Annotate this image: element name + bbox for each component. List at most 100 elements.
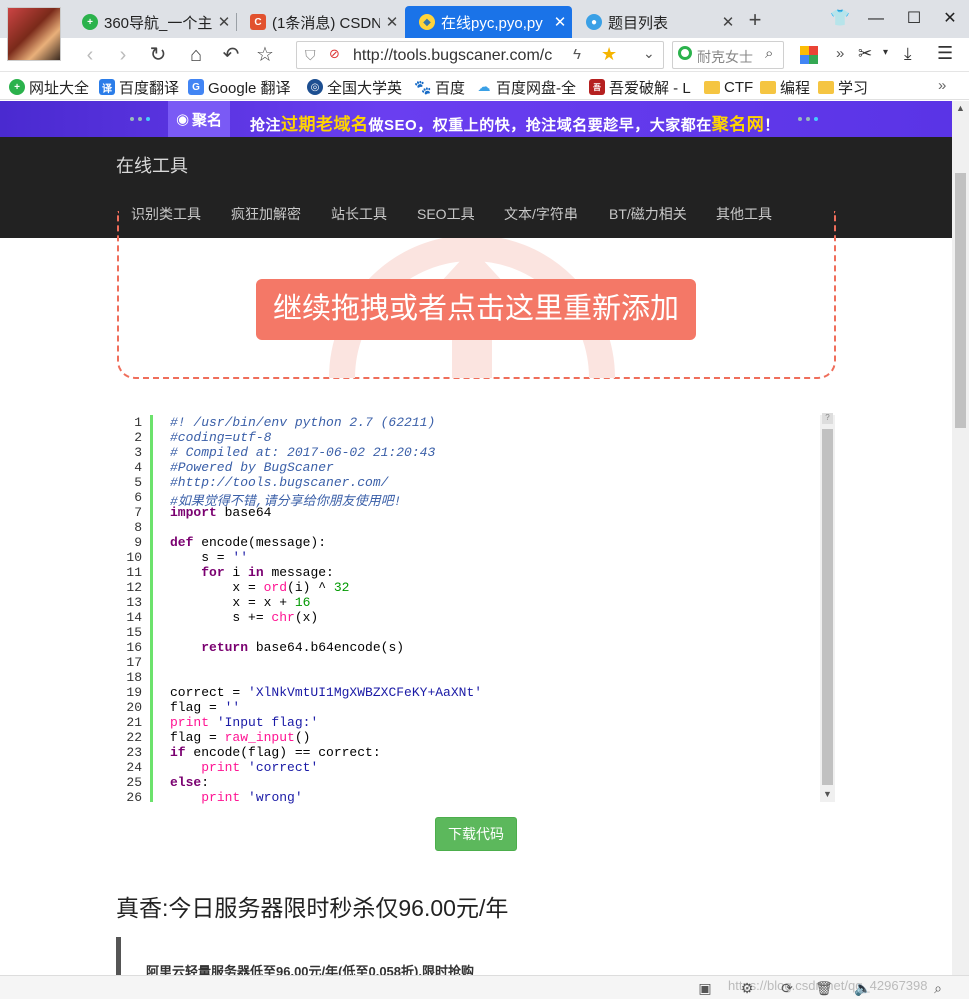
line-number: 13 — [126, 595, 142, 610]
promo-quote-text[interactable]: 阿里云轻量服务器低至96.00元/年(低至0.058折),限时抢购 — [146, 961, 474, 975]
jumingwang-logo-icon: ◉ — [175, 111, 190, 128]
university-icon: ◎ — [307, 79, 323, 95]
bookmark-folder[interactable]: 学习 — [818, 77, 872, 97]
browser-tab-bar: + 360导航_一个主 ✕ C (1条消息) CSDN ✕ ◆ 在线pyc,py… — [0, 0, 969, 38]
bookmark-folder[interactable]: 编程 — [760, 77, 814, 97]
close-icon[interactable]: ✕ — [212, 13, 236, 31]
translate-icon: 译 — [99, 79, 115, 95]
chevron-down-icon[interactable]: ⌄ — [643, 45, 655, 62]
line-number: 17 — [126, 655, 142, 670]
favorite-star-icon[interactable]: ☆ — [251, 42, 279, 68]
maximize-button[interactable]: ☐ — [896, 6, 932, 32]
line-number: 5 — [134, 475, 142, 490]
banner-logo: ◉ 聚名 — [168, 101, 230, 137]
minimize-button[interactable]: — — [858, 6, 894, 32]
line-number-gutter: 1 2 3 4 5 6 7 8 9 10 11 12 13 14 15 16 17 18 19 20 21 22 23 24 2… — [126, 415, 153, 805]
address-bar[interactable]: ⛉ ⊘ http://tools.bugscaner.com/c ϟ ★ ⌄ — [296, 41, 664, 69]
user-avatar[interactable] — [7, 7, 61, 61]
page-scrollbar[interactable]: ▲ — [952, 101, 969, 975]
refresh-icon[interactable]: ⟳ — [778, 979, 796, 997]
accelerate-icon[interactable]: ⚙ — [738, 979, 756, 997]
line-number: 18 — [126, 670, 142, 685]
bookmark-item[interactable]: 译 百度翻译 — [99, 77, 183, 97]
back-icon[interactable]: ‹ — [76, 42, 104, 68]
code-line: import base64 — [170, 505, 272, 520]
banner-highlight: 过期老域名 — [281, 115, 369, 134]
new-tab-button[interactable]: + — [744, 6, 766, 34]
banner-text-a: 抢注 — [250, 117, 282, 134]
bookmark-item[interactable]: 🐾 百度 — [415, 77, 469, 97]
home-icon[interactable]: ⌂ — [182, 42, 210, 68]
download-icon[interactable]: ⤓ — [904, 44, 912, 64]
search-icon[interactable]: ⌕ — [765, 45, 773, 62]
more-extensions-icon[interactable]: » — [836, 45, 844, 62]
line-number: 3 — [134, 445, 142, 460]
re-add-file-button[interactable]: 继续拖拽或者点击这里重新添加 — [256, 279, 696, 340]
tab-csdn[interactable]: C (1条消息) CSDN ✕ — [236, 6, 404, 38]
bookmark-item[interactable]: 吾 吾爱破解 - L — [589, 77, 693, 97]
line-number: 21 — [126, 715, 142, 730]
line-number: 24 — [126, 760, 142, 775]
forward-icon[interactable]: › — [109, 42, 137, 68]
code-line: #coding=utf-8 — [170, 430, 272, 445]
scroll-up-icon[interactable]: ▲ — [956, 103, 965, 113]
bookmark-folder[interactable]: CTF — [704, 77, 758, 97]
bookmark-label: 百度 — [435, 79, 466, 97]
promo-quote: 阿里云轻量服务器低至96.00元/年(低至0.058折),限时抢购 — [116, 937, 936, 975]
tab-pyc-decompile[interactable]: ◆ 在线pyc,pyo,py ✕ — [405, 6, 572, 38]
bookmark-item[interactable]: ◎ 全国大学英 — [307, 77, 403, 97]
banner-dots-left — [130, 117, 150, 121]
bookmark-label: 百度网盘-全 — [496, 79, 576, 97]
bookmark-label: Google 翻译 — [208, 79, 291, 97]
page-scrollbar-thumb[interactable] — [955, 173, 966, 428]
bookmark-star-icon[interactable]: ★ — [601, 44, 617, 65]
code-line: #Powered by BugScaner — [170, 460, 334, 475]
zoom-icon[interactable]: ⌕ — [929, 979, 947, 997]
lightning-icon[interactable]: ϟ — [573, 46, 581, 63]
skin-icon[interactable]: 👕 — [822, 6, 858, 32]
code-scrollbar[interactable]: ? ▼ — [820, 413, 835, 802]
tab-problem-list[interactable]: ● 题目列表 ✕ — [572, 6, 740, 38]
apps-icon[interactable] — [800, 46, 818, 64]
tab-360-nav[interactable]: + 360导航_一个主 ✕ — [68, 6, 236, 38]
line-number: 12 — [126, 580, 142, 595]
csdn-icon: C — [250, 14, 266, 30]
trash-icon[interactable]: 🗑 — [815, 979, 833, 997]
code-scrollbar-thumb[interactable] — [822, 429, 833, 785]
bookmark-label: 网址大全 — [29, 79, 90, 97]
chevron-down-icon[interactable]: ▾ — [883, 47, 888, 58]
search-box[interactable]: 耐克女士 ⌕ — [672, 41, 784, 69]
download-code-button[interactable]: 下载代码 — [435, 817, 517, 851]
reload-icon[interactable]: ↻ — [144, 42, 172, 68]
code-line: def encode(message): — [170, 535, 327, 550]
more-bookmarks-icon[interactable]: » — [938, 77, 946, 94]
bookmark-label: 学习 — [838, 79, 869, 97]
line-number: 20 — [126, 700, 142, 715]
volume-icon[interactable]: 🔈 — [854, 979, 872, 997]
close-icon[interactable]: ✕ — [548, 13, 572, 31]
search-input[interactable]: 耐克女士 — [697, 47, 753, 67]
url-text: http://tools.bugscaner.com/c — [353, 47, 553, 64]
code-scroll-indicator-icon: ? — [822, 413, 833, 424]
code-line: # Compiled at: 2017-06-02 21:20:43 — [170, 445, 436, 460]
browser-toolbar: ‹ › ↻ ⌂ ↶ ☆ ⛉ ⊘ http://tools.bugscaner.c… — [0, 38, 969, 72]
undo-close-icon[interactable]: ↶ — [217, 42, 245, 68]
bookmark-label: 编程 — [780, 79, 811, 97]
close-icon[interactable]: ✕ — [380, 13, 404, 31]
line-number: 2 — [134, 430, 142, 445]
bookmark-item[interactable]: G Google 翻译 — [188, 77, 300, 97]
scroll-down-icon[interactable]: ▼ — [823, 789, 832, 799]
close-icon[interactable]: ✕ — [716, 13, 740, 31]
code-viewer[interactable]: 1 2 3 4 5 6 7 8 9 10 11 12 13 14 15 16 17 18 19 20 21 22 23 24 2… — [126, 411, 835, 805]
ad-banner[interactable]: ◉ 聚名 抢注过期老域名做SEO，权重上的快，抢注域名要趁早，大家都在聚名网！ — [0, 101, 952, 137]
site-title[interactable]: 在线工具 — [116, 152, 188, 178]
image-icon[interactable]: ▣ — [696, 979, 714, 997]
window-close-button[interactable]: ✕ — [932, 6, 968, 32]
scissors-icon[interactable]: ✂ — [858, 44, 872, 64]
line-number: 22 — [126, 730, 142, 745]
bookmark-item[interactable]: + 网址大全 — [9, 77, 93, 97]
line-number: 23 — [126, 745, 142, 760]
folder-icon — [760, 80, 776, 94]
menu-icon[interactable]: ☰ — [937, 43, 953, 64]
bookmark-item[interactable]: ☁ 百度网盘-全 — [476, 77, 576, 97]
